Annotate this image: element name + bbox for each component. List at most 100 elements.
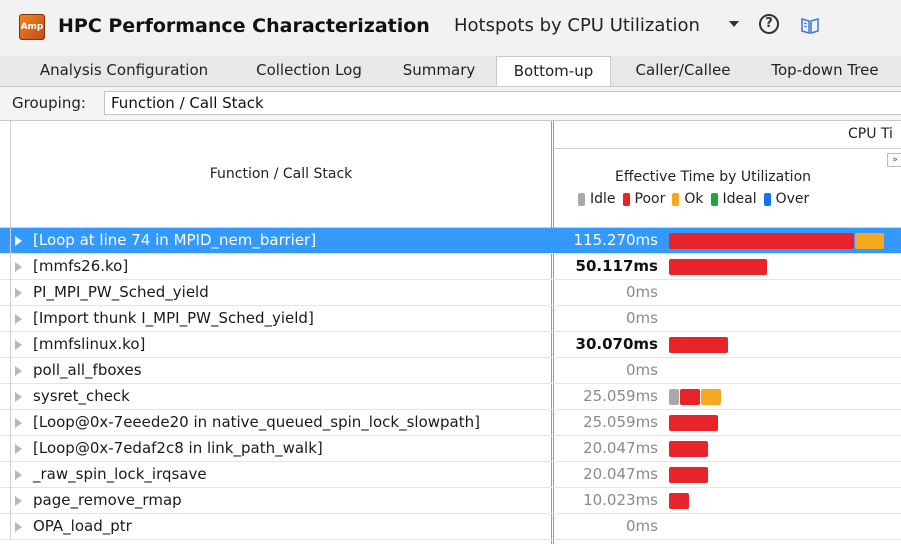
cpu-time-value: 50.117ms (575, 257, 658, 275)
expand-arrow-icon[interactable] (15, 418, 22, 428)
column-header-effective-time[interactable]: Effective Time by Utilization Idle Poor Ok… (554, 149, 901, 227)
chevron-down-icon[interactable] (729, 21, 739, 27)
analysis-type-selector[interactable]: Hotspots by CPU Utilization (454, 15, 700, 36)
open-book-icon[interactable] (800, 15, 820, 35)
expand-arrow-icon[interactable] (15, 314, 22, 324)
app-title: HPC Performance Characterization (58, 15, 430, 37)
bar-segment-ok (701, 389, 721, 405)
table-row[interactable]: [Loop at line 74 in MPID_nem_barrier] 115… (0, 228, 901, 254)
cpu-time-value: 0ms (626, 517, 658, 535)
legend-item-poor: Poor (622, 191, 666, 207)
utilization-bar (669, 259, 768, 275)
expand-arrow-icon[interactable] (15, 470, 22, 480)
legend-item-idle: Idle (578, 191, 616, 207)
view-tab-bar: Analysis Configuration Collection Log Su… (0, 56, 901, 87)
expand-column-icon[interactable]: » (887, 153, 901, 167)
legend-label: Ok (684, 191, 704, 207)
cpu-time-value: 10.023ms (583, 491, 658, 509)
grid-header: Function / Call Stack CPU Ti Effective T… (0, 121, 901, 228)
utilization-bar (669, 389, 722, 405)
cpu-time-value: 0ms (626, 309, 658, 327)
legend-label: Poor (634, 191, 666, 207)
bar-segment-poor (669, 415, 718, 431)
function-name: [mmfs26.ko] (33, 257, 129, 275)
expand-arrow-icon[interactable] (15, 340, 22, 350)
utilization-bar (669, 337, 729, 353)
bar-segment-poor (669, 493, 689, 509)
utilization-bar (669, 441, 709, 457)
tab-analysis-configuration[interactable]: Analysis Configuration (20, 56, 228, 86)
bar-segment-poor (669, 259, 767, 275)
cpu-time-value: 115.270ms (573, 231, 658, 249)
effective-time-title: Effective Time by Utilization (615, 169, 812, 185)
function-name: poll_all_fboxes (33, 361, 142, 379)
tab-bottom-up[interactable]: Bottom-up (496, 56, 611, 86)
function-name: [Loop at line 74 in MPID_nem_barrier] (33, 231, 317, 249)
grouping-select[interactable]: Function / Call Stack (104, 91, 901, 115)
function-name: [Loop@0x-7eeede20 in native_queued_spin_… (33, 413, 480, 431)
cpu-time-value: 30.070ms (575, 335, 658, 353)
function-name: OPA_load_ptr (33, 517, 132, 535)
tab-top-down-tree[interactable]: Top-down Tree (757, 56, 893, 86)
table-row[interactable]: [mmfslinux.ko] 30.070ms (0, 332, 901, 358)
table-row[interactable]: [Loop@0x-7eeede20 in native_queued_spin_… (0, 410, 901, 436)
table-row[interactable]: page_remove_rmap 10.023ms (0, 488, 901, 514)
help-icon[interactable]: ? (759, 14, 779, 34)
legend-swatch (710, 192, 718, 206)
table-row[interactable]: PI_MPI_PW_Sched_yield 0ms (0, 280, 901, 306)
function-table: [Loop at line 74 in MPID_nem_barrier] 115… (0, 228, 901, 540)
expand-arrow-icon[interactable] (15, 236, 22, 246)
legend-item-ok: Ok (672, 191, 704, 207)
cpu-time-value: 20.047ms (583, 439, 658, 457)
expand-arrow-icon[interactable] (15, 522, 22, 532)
function-name: [Loop@0x-7edaf2c8 in link_path_walk] (33, 439, 323, 457)
table-row[interactable]: [mmfs26.ko] 50.117ms (0, 254, 901, 280)
table-row[interactable]: poll_all_fboxes 0ms (0, 358, 901, 384)
tab-summary[interactable]: Summary (391, 56, 487, 86)
expand-arrow-icon[interactable] (15, 366, 22, 376)
legend-label: Ideal (722, 191, 757, 207)
function-name: PI_MPI_PW_Sched_yield (33, 283, 209, 301)
cpu-time-value: 0ms (626, 283, 658, 301)
legend-item-over: Over (763, 191, 809, 207)
legend-item-ideal: Ideal (710, 191, 757, 207)
table-row[interactable]: OPA_load_ptr 0ms (0, 514, 901, 540)
bar-segment-poor (669, 467, 708, 483)
title-bar: Amp HPC Performance Characterization Hot… (0, 0, 901, 56)
table-row[interactable]: [Loop@0x-7edaf2c8 in link_path_walk] 20.0… (0, 436, 901, 462)
utilization-bar (669, 467, 709, 483)
utilization-legend: Idle Poor Ok Ideal Over (578, 191, 816, 207)
column-header-cpu-time[interactable]: CPU Ti (554, 121, 901, 149)
bar-segment-idle (669, 389, 679, 405)
bar-segment-poor (669, 441, 708, 457)
expand-arrow-icon[interactable] (15, 444, 22, 454)
table-row[interactable]: _raw_spin_lock_irqsave 20.047ms (0, 462, 901, 488)
legend-label: Idle (590, 191, 616, 207)
app-logo-icon: Amp (19, 14, 45, 40)
legend-swatch (672, 192, 680, 206)
expand-arrow-icon[interactable] (15, 262, 22, 272)
cpu-time-value: 20.047ms (583, 465, 658, 483)
bar-segment-poor (669, 233, 854, 249)
grouping-label: Grouping: (12, 94, 86, 112)
function-name: [Import thunk I_MPI_PW_Sched_yield] (33, 309, 314, 327)
tab-collection-log[interactable]: Collection Log (240, 56, 378, 86)
utilization-bar (669, 233, 885, 249)
cpu-time-value: 25.059ms (583, 387, 658, 405)
cpu-time-value: 25.059ms (583, 413, 658, 431)
bar-segment-poor (669, 337, 728, 353)
expand-arrow-icon[interactable] (15, 392, 22, 402)
legend-swatch (622, 192, 630, 206)
expand-arrow-icon[interactable] (15, 288, 22, 298)
utilization-bar (669, 493, 690, 509)
column-header-function[interactable]: Function / Call Stack (10, 121, 551, 227)
utilization-bar (669, 415, 719, 431)
bar-segment-ok (855, 233, 884, 249)
tab-caller-callee[interactable]: Caller/Callee (620, 56, 746, 86)
table-row[interactable]: [Import thunk I_MPI_PW_Sched_yield] 0ms (0, 306, 901, 332)
table-row[interactable]: sysret_check 25.059ms (0, 384, 901, 410)
grouping-toolbar: Grouping: Function / Call Stack (0, 87, 901, 121)
expand-arrow-icon[interactable] (15, 496, 22, 506)
function-name: sysret_check (33, 387, 130, 405)
legend-swatch (578, 192, 585, 206)
